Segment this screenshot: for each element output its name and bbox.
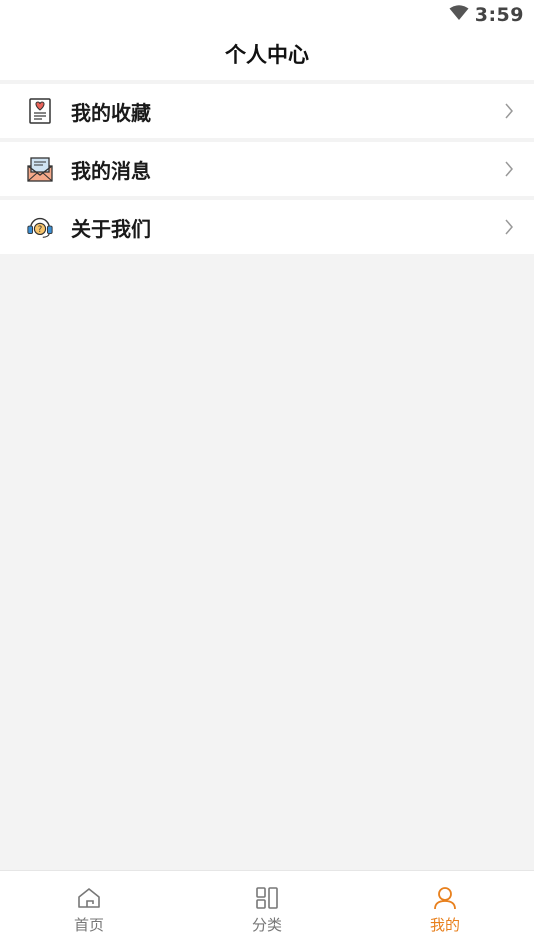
tab-label: 首页	[73, 916, 104, 934]
menu-item-favorites[interactable]: 我的收藏	[0, 84, 534, 138]
message-envelope-icon	[26, 155, 54, 183]
chevron-right-icon	[504, 160, 516, 178]
menu-list: 我的收藏 我的消息 ? 关于我们	[0, 84, 534, 258]
bottom-tab-bar: 首页 分类 我的	[0, 870, 534, 949]
status-indicators: 3:59	[449, 2, 524, 28]
tab-mine[interactable]: 我的	[356, 871, 534, 949]
status-time: 3:59	[474, 4, 524, 26]
menu-item-label: 我的收藏	[71, 100, 151, 125]
customer-service-icon: ?	[26, 213, 54, 241]
chevron-right-icon	[504, 218, 516, 236]
menu-item-label: 我的消息	[71, 158, 151, 183]
wifi-icon	[449, 5, 469, 25]
page-title: 个人中心	[225, 43, 309, 67]
menu-item-about[interactable]: ? 关于我们	[0, 200, 534, 254]
user-icon	[432, 885, 458, 911]
tab-label: 分类	[251, 916, 282, 934]
menu-item-label: 关于我们	[71, 216, 151, 241]
status-bar: 3:59	[0, 0, 534, 28]
chevron-right-icon	[504, 102, 516, 120]
favorites-icon	[26, 97, 54, 125]
tab-category[interactable]: 分类	[178, 871, 356, 949]
tab-home[interactable]: 首页	[0, 871, 178, 949]
header: 个人中心	[0, 28, 534, 80]
home-icon	[76, 885, 102, 911]
category-icon	[254, 885, 280, 911]
menu-item-messages[interactable]: 我的消息	[0, 142, 534, 196]
svg-text:?: ?	[38, 224, 42, 234]
tab-label: 我的	[429, 916, 460, 934]
